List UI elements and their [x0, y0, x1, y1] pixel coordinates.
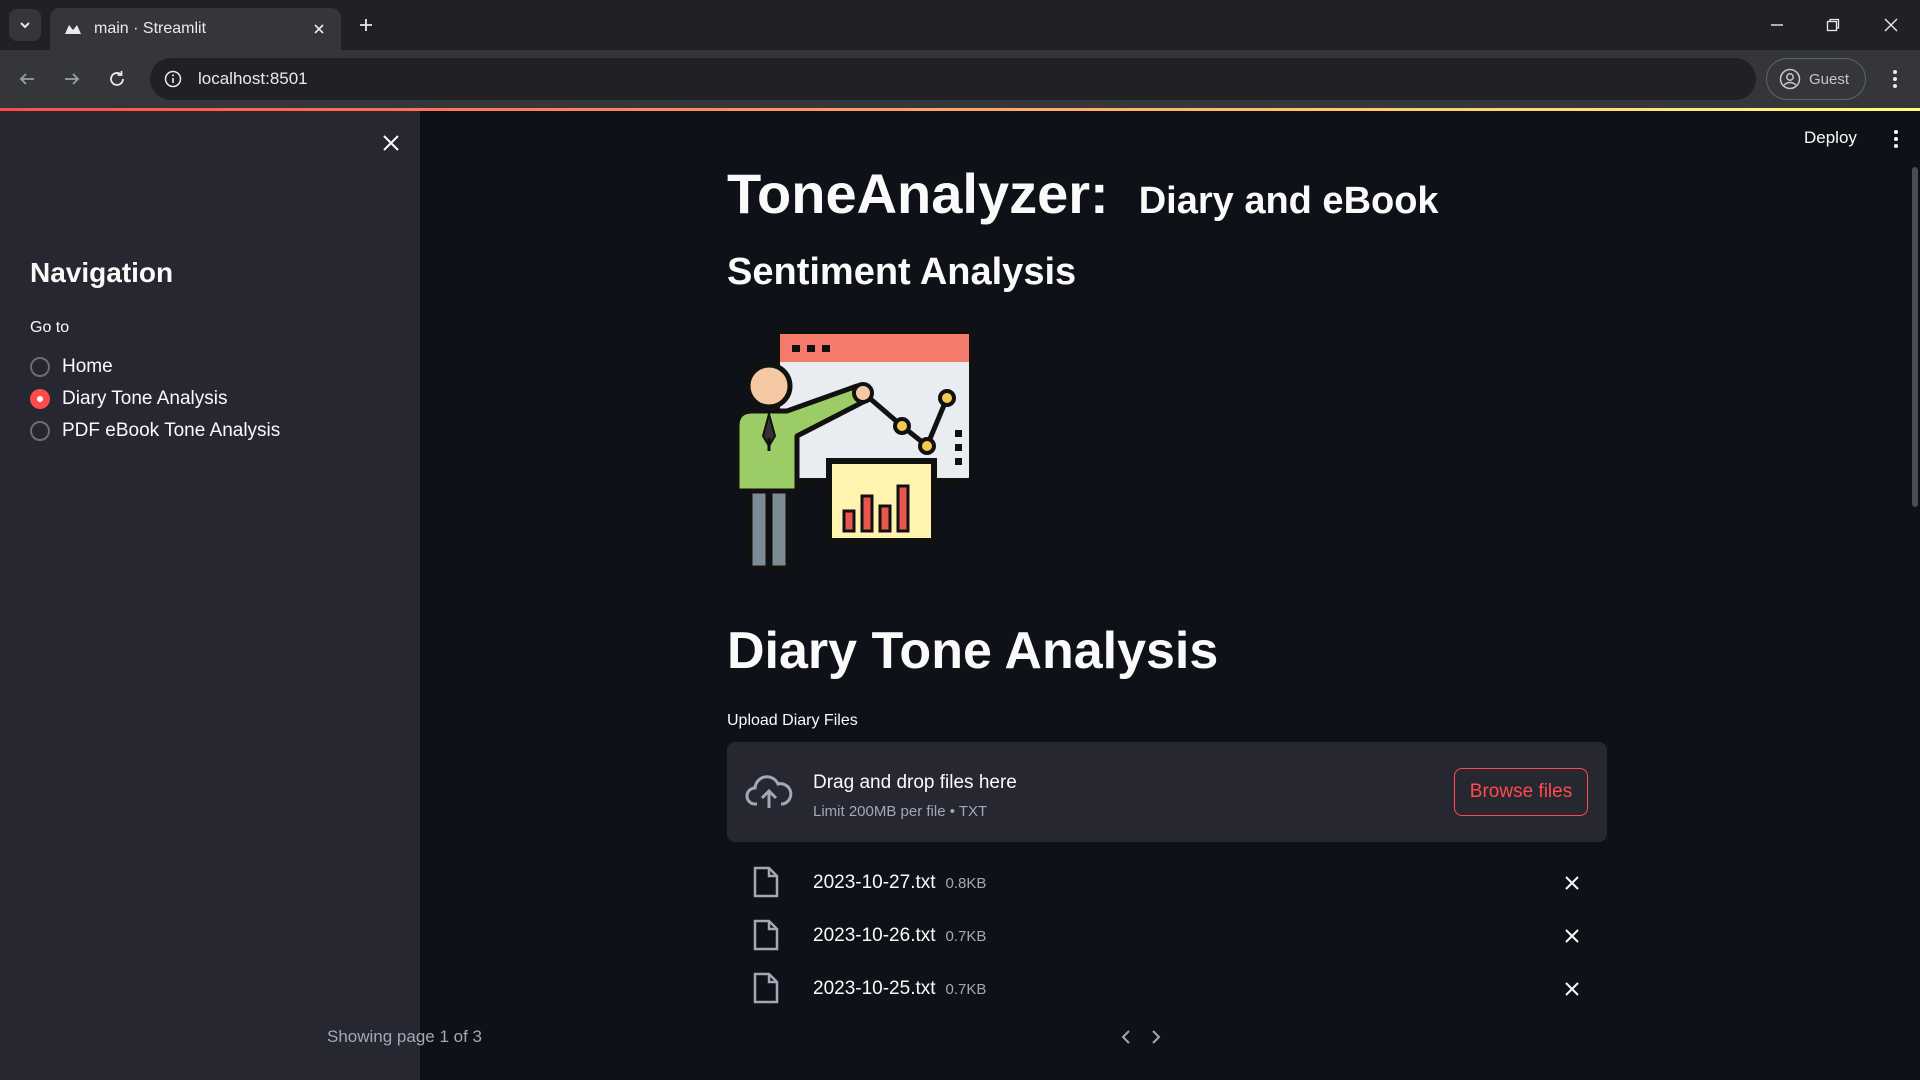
streamlit-favicon-icon: [64, 20, 82, 38]
file-name-wrap: 2023-10-27.txt 0.8KB: [813, 872, 986, 894]
arrow-left-icon: [19, 73, 34, 85]
file-size: 0.8KB: [945, 874, 987, 892]
tab-search-button[interactable]: [9, 9, 41, 41]
main-content: Deploy ToneAnalyzer: Diary and eBook Sen…: [420, 111, 1920, 1080]
browser-menu-button[interactable]: [1880, 64, 1910, 94]
reload-button[interactable]: [102, 64, 132, 94]
previous-page-button[interactable]: [1114, 1025, 1138, 1049]
file-size: 0.7KB: [945, 980, 987, 998]
browser-tab-bar: main · Streamlit: [0, 0, 1920, 50]
close-icon: [1565, 929, 1579, 943]
minimize-button[interactable]: [1762, 10, 1792, 40]
page-title: ToneAnalyzer: Diary and eBook: [727, 161, 1439, 226]
close-window-button[interactable]: [1876, 10, 1906, 40]
profile-label: Guest: [1809, 70, 1850, 88]
page-subtitle: Sentiment Analysis: [727, 251, 1077, 293]
new-tab-button[interactable]: [352, 11, 380, 39]
title-sub: Diary and eBook: [1138, 180, 1439, 222]
radio-option-label: Diary Tone Analysis: [62, 388, 228, 409]
forward-button[interactable]: [57, 64, 87, 94]
file-row: 2023-10-25.txt 0.7KB: [727, 962, 1607, 1015]
nav-radio-group: Home Diary Tone Analysis PDF eBook Tone …: [30, 351, 280, 447]
sidebar-heading: Navigation: [30, 257, 174, 288]
section-title: Diary Tone Analysis: [727, 622, 1219, 680]
radio-option-home[interactable]: Home: [30, 351, 280, 383]
main-menu-button[interactable]: [1882, 125, 1910, 153]
tab-title: main · Streamlit: [94, 20, 207, 37]
address-bar[interactable]: localhost:8501: [150, 58, 1756, 100]
close-tab-icon[interactable]: [307, 17, 331, 41]
dropzone-instructions: Drag and drop files here: [813, 772, 1017, 793]
radio-option-pdf-ebook-tone-analysis[interactable]: PDF eBook Tone Analysis: [30, 415, 280, 447]
reload-icon: [110, 71, 124, 86]
pagination-text: Showing page 1 of 3: [327, 1027, 483, 1046]
scrollbar-thumb[interactable]: [1912, 167, 1918, 507]
chevron-down-icon: [20, 22, 30, 29]
title-main: ToneAnalyzer:: [727, 162, 1109, 225]
file-name: 2023-10-27.txt: [813, 871, 936, 893]
chevron-left-icon: [1121, 1030, 1130, 1044]
collapse-sidebar-button[interactable]: [376, 128, 406, 158]
presentation-illustration: [734, 328, 975, 571]
close-icon: [383, 135, 399, 151]
radio-button[interactable]: [30, 357, 50, 377]
next-page-button[interactable]: [1144, 1025, 1168, 1049]
radio-option-label: Home: [62, 356, 113, 377]
radio-button-selected[interactable]: [30, 389, 50, 409]
file-row: 2023-10-27.txt 0.8KB: [727, 856, 1607, 909]
more-vertical-icon: [1893, 70, 1897, 88]
file-icon: [753, 866, 779, 898]
remove-file-button[interactable]: [1560, 924, 1584, 948]
file-icon: [753, 919, 779, 951]
deploy-button[interactable]: Deploy: [1804, 128, 1857, 148]
upload-label: Upload Diary Files: [727, 712, 858, 729]
browser-tab[interactable]: main · Streamlit: [50, 8, 341, 50]
radio-button[interactable]: [30, 421, 50, 441]
dropzone-limit: Limit 200MB per file • TXT: [813, 803, 988, 820]
uploaded-file-list: 2023-10-27.txt 0.8KB 2023-10-26.txt 0.7KB …: [727, 856, 1607, 1015]
browse-files-button[interactable]: Browse files: [1454, 768, 1588, 816]
file-row: 2023-10-26.txt 0.7KB: [727, 909, 1607, 962]
url-text: localhost:8501: [198, 69, 308, 88]
file-name: 2023-10-25.txt: [813, 977, 936, 999]
back-button[interactable]: [12, 64, 42, 94]
remove-file-button[interactable]: [1560, 977, 1584, 1001]
sidebar: Navigation Go to Home Diary Tone Analysi…: [0, 111, 420, 1080]
file-dropzone[interactable]: Drag and drop files here Limit 200MB per…: [727, 742, 1607, 842]
profile-button[interactable]: Guest: [1766, 58, 1866, 100]
plus-icon: [360, 19, 372, 31]
close-icon: [1565, 876, 1579, 890]
close-icon: [1565, 982, 1579, 996]
file-name-wrap: 2023-10-25.txt 0.7KB: [813, 978, 986, 1000]
close-icon: [1884, 18, 1898, 32]
radio-group-label: Go to: [30, 319, 70, 336]
arrow-right-icon: [65, 73, 80, 85]
site-info-icon[interactable]: [162, 68, 184, 90]
radio-option-diary-tone-analysis[interactable]: Diary Tone Analysis: [30, 383, 280, 415]
minimize-icon: [1771, 24, 1783, 26]
browser-toolbar: localhost:8501 Guest: [0, 50, 1920, 108]
radio-option-label: PDF eBook Tone Analysis: [62, 420, 281, 441]
restore-button[interactable]: [1818, 10, 1848, 40]
file-size: 0.7KB: [945, 927, 987, 945]
profile-icon: [1779, 68, 1801, 90]
restore-icon: [1826, 18, 1840, 32]
chevron-right-icon: [1152, 1030, 1161, 1044]
remove-file-button[interactable]: [1560, 871, 1584, 895]
file-icon: [753, 972, 779, 1004]
file-name: 2023-10-26.txt: [813, 924, 936, 946]
more-vertical-icon: [1894, 130, 1898, 148]
file-name-wrap: 2023-10-26.txt 0.7KB: [813, 925, 986, 947]
cloud-upload-icon: [745, 775, 793, 808]
